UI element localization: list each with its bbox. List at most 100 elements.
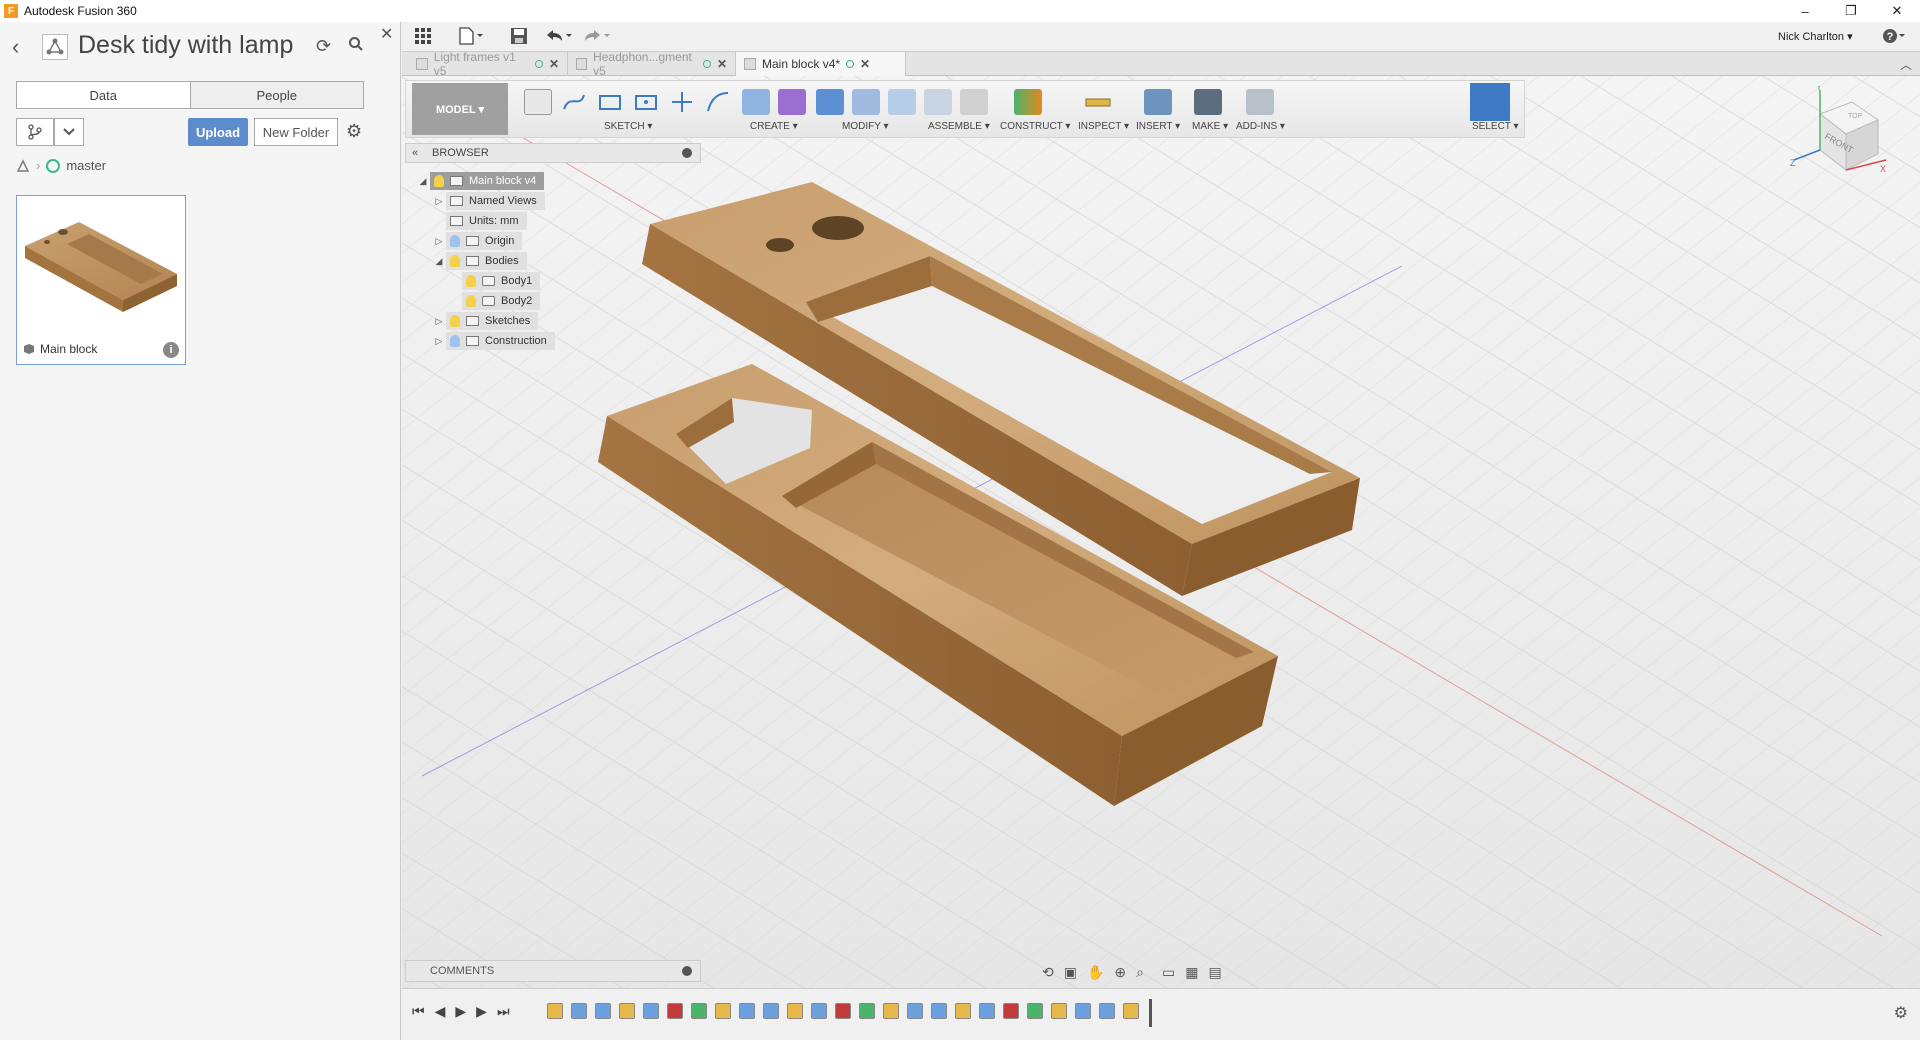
make-menu[interactable]: MAKE ▾ [1192, 121, 1228, 132]
save-icon[interactable] [510, 27, 528, 45]
close-button[interactable]: ✕ [1874, 0, 1920, 22]
viewports-icon[interactable]: ▤ [1208, 964, 1221, 981]
assemble-menu[interactable]: ASSEMBLE ▾ [928, 121, 990, 132]
restore-button[interactable]: ❐ [1828, 0, 1874, 22]
search-icon[interactable] [348, 36, 364, 52]
visibility-bulb-icon[interactable] [450, 235, 460, 247]
tab-light-frames[interactable]: Light frames v1 v5 ✕ [408, 50, 568, 78]
viewcube[interactable]: TOP FRONT Y Z X [1790, 86, 1890, 186]
timeline-feature-icon[interactable] [1099, 1003, 1115, 1019]
help-icon[interactable]: ? [1882, 27, 1906, 45]
fillet-icon[interactable] [852, 89, 880, 115]
user-menu[interactable]: Nick Charlton ▾ [1778, 30, 1853, 43]
expanded-triangle-icon[interactable]: ◢ [416, 176, 430, 187]
visibility-bulb-icon[interactable] [466, 275, 476, 287]
addins-menu[interactable]: ADD-INS ▾ [1236, 121, 1285, 132]
create-form-icon[interactable] [778, 89, 806, 115]
extrude-icon[interactable] [742, 89, 770, 115]
fit-icon[interactable]: ⌕ [1136, 964, 1144, 981]
undo-icon[interactable] [544, 27, 574, 45]
collapse-browser-icon[interactable]: « [406, 147, 424, 159]
timeline-feature-icon[interactable] [811, 1003, 827, 1019]
display-settings-icon[interactable]: ▭ [1162, 964, 1175, 981]
select-tool-icon[interactable] [1470, 83, 1510, 121]
visibility-bulb-icon[interactable] [434, 175, 444, 187]
timeline-feature-icon[interactable] [883, 1003, 899, 1019]
minimize-button[interactable]: – [1782, 0, 1828, 22]
chevron-down-icon[interactable] [54, 118, 84, 146]
gear-icon[interactable]: ⚙ [346, 121, 362, 142]
point-icon[interactable] [668, 89, 696, 115]
step-back-icon[interactable]: ◀ [435, 1003, 446, 1020]
browser-pin-icon[interactable] [682, 148, 692, 158]
timeline-feature-icon[interactable] [955, 1003, 971, 1019]
close-panel-icon[interactable]: ✕ [380, 24, 393, 44]
new-component-icon[interactable] [924, 89, 952, 115]
timeline-feature-icon[interactable] [907, 1003, 923, 1019]
3d-print-icon[interactable] [1194, 89, 1222, 115]
go-to-start-icon[interactable]: ⏮ [412, 1003, 425, 1020]
spline-icon[interactable] [704, 89, 732, 115]
collapsed-triangle-icon[interactable]: ▷ [432, 236, 446, 247]
refresh-icon[interactable]: ⟳ [316, 36, 331, 57]
comments-pin-icon[interactable] [682, 966, 692, 976]
expanded-triangle-icon[interactable]: ◢ [432, 256, 446, 267]
browser-node-bodies[interactable]: ◢ Bodies [432, 251, 527, 271]
timeline-feature-icon[interactable] [739, 1003, 755, 1019]
timeline-feature-icon[interactable] [643, 1003, 659, 1019]
design-thumbnail[interactable] [17, 196, 185, 336]
step-forward-icon[interactable]: ▶ [455, 1003, 466, 1020]
select-menu[interactable]: SELECT ▾ [1472, 121, 1519, 132]
collapsed-triangle-icon[interactable]: ▷ [432, 196, 446, 207]
insert-image-icon[interactable] [1144, 89, 1172, 115]
timeline-track[interactable] [547, 999, 1167, 1027]
orbit-icon[interactable]: ⟲ [1042, 964, 1054, 981]
file-menu-icon[interactable] [458, 27, 484, 45]
branch-icon[interactable] [16, 118, 54, 146]
browser-node-named-views[interactable]: ▷ Named Views [432, 191, 545, 211]
inspect-menu[interactable]: INSPECT ▾ [1078, 121, 1129, 132]
browser-node-construction[interactable]: ▷ Construction [432, 331, 555, 351]
timeline-feature-icon[interactable] [715, 1003, 731, 1019]
tab-headphone-segment[interactable]: Headphon...gment v5 ✕ [568, 50, 736, 78]
timeline-feature-icon[interactable] [835, 1003, 851, 1019]
browser-node-origin[interactable]: ▷ Origin [432, 231, 523, 251]
redo-icon[interactable] [582, 27, 612, 45]
visibility-bulb-icon[interactable] [450, 315, 460, 327]
timeline-feature-icon[interactable] [1003, 1003, 1019, 1019]
timeline-feature-icon[interactable] [1027, 1003, 1043, 1019]
zoom-icon[interactable]: ⊕ [1114, 964, 1126, 981]
timeline-feature-icon[interactable] [667, 1003, 683, 1019]
tab-main-block[interactable]: Main block v4* ✕ [736, 52, 906, 76]
construct-menu[interactable]: CONSTRUCT ▾ [1000, 121, 1070, 132]
timeline-feature-icon[interactable] [931, 1003, 947, 1019]
timeline-feature-icon[interactable] [763, 1003, 779, 1019]
timeline-feature-icon[interactable] [1075, 1003, 1091, 1019]
hub-small-icon[interactable] [16, 158, 30, 173]
rectangle-icon[interactable] [596, 89, 624, 115]
close-tab-icon[interactable]: ✕ [860, 57, 870, 71]
center-rectangle-icon[interactable] [632, 89, 660, 115]
play-icon[interactable]: ▶ [476, 1003, 487, 1020]
close-tab-icon[interactable]: ✕ [717, 57, 727, 71]
branch-name[interactable]: master [66, 158, 106, 173]
visibility-bulb-icon[interactable] [466, 295, 476, 307]
browser-panel-header[interactable]: « BROWSER [405, 143, 701, 163]
create-sketch-icon[interactable] [524, 89, 552, 115]
browser-node-units[interactable]: Units: mm [446, 211, 527, 231]
timeline-feature-icon[interactable] [1051, 1003, 1067, 1019]
grid-settings-icon[interactable]: ▦ [1185, 964, 1198, 981]
back-arrow-icon[interactable]: ‹ [12, 34, 19, 60]
3d-canvas[interactable]: MODEL ▾ SKETCH ▾ CREATE ▾ MODIFY ▾ ASSEM… [402, 76, 1920, 988]
timeline-feature-icon[interactable] [979, 1003, 995, 1019]
create-menu[interactable]: CREATE ▾ [750, 121, 798, 132]
browser-node-body2[interactable]: Body2 [462, 291, 541, 311]
new-folder-button[interactable]: New Folder [254, 118, 338, 146]
look-at-icon[interactable]: ▣ [1064, 964, 1077, 981]
info-icon[interactable]: i [163, 342, 179, 358]
sketch-menu[interactable]: SKETCH ▾ [604, 121, 652, 132]
insert-menu[interactable]: INSERT ▾ [1136, 121, 1180, 132]
grid-menu-icon[interactable] [414, 27, 432, 45]
design-card[interactable]: Main block i [16, 195, 186, 365]
scripts-addins-icon[interactable] [1246, 89, 1274, 115]
